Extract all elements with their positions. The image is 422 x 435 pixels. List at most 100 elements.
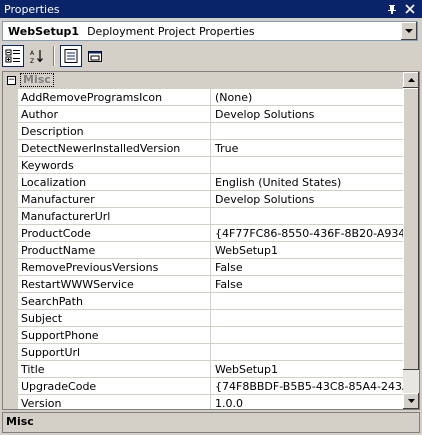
svg-text:Z: Z bbox=[30, 58, 34, 64]
property-row[interactable]: RemovePreviousVersions False bbox=[3, 259, 419, 276]
property-value[interactable]: False bbox=[211, 276, 419, 293]
property-row[interactable]: SearchPath bbox=[3, 293, 419, 310]
alphabetical-button[interactable]: A Z bbox=[26, 45, 48, 67]
property-name[interactable]: Keywords bbox=[18, 157, 211, 174]
property-row[interactable]: Localization English (United States) bbox=[3, 174, 419, 191]
row-margin bbox=[3, 157, 18, 174]
property-name[interactable]: ProductCode bbox=[18, 225, 211, 242]
scroll-up-button[interactable] bbox=[403, 72, 419, 88]
property-value[interactable]: Develop Solutions bbox=[211, 191, 419, 208]
property-name[interactable]: Author bbox=[18, 106, 211, 123]
row-margin bbox=[3, 327, 18, 344]
property-value[interactable]: 1.0.0 bbox=[211, 395, 419, 410]
property-name[interactable]: Version bbox=[18, 395, 211, 409]
property-name[interactable]: ManufacturerUrl bbox=[18, 208, 211, 225]
property-pages-icon bbox=[88, 51, 102, 62]
properties-button[interactable] bbox=[60, 45, 82, 67]
property-row[interactable]: Title WebSetup1 bbox=[3, 361, 419, 378]
close-icon[interactable] bbox=[404, 3, 416, 15]
property-name[interactable]: Localization bbox=[18, 174, 211, 191]
property-value[interactable]: English (United States) bbox=[211, 174, 419, 191]
chevron-down-icon bbox=[405, 28, 413, 33]
row-margin bbox=[3, 140, 18, 157]
categorized-button[interactable] bbox=[2, 45, 24, 67]
property-row[interactable]: SupportPhone bbox=[3, 327, 419, 344]
property-row[interactable]: Version 1.0.0 bbox=[3, 395, 419, 410]
property-row[interactable]: Subject bbox=[3, 310, 419, 327]
property-row[interactable]: AddRemoveProgramsIcon (None) bbox=[3, 89, 419, 106]
property-name[interactable]: AddRemoveProgramsIcon bbox=[18, 89, 211, 106]
property-grid: − Misc AddRemoveProgramsIcon (None) Author… bbox=[2, 71, 420, 410]
property-row[interactable]: Keywords bbox=[3, 157, 419, 174]
property-row[interactable]: DetectNewerInstalledVersion True bbox=[3, 140, 419, 157]
property-value[interactable] bbox=[211, 327, 419, 344]
row-margin bbox=[3, 106, 18, 123]
property-value[interactable] bbox=[211, 157, 419, 174]
row-margin bbox=[3, 242, 18, 259]
scroll-down-button[interactable] bbox=[403, 393, 419, 409]
row-margin bbox=[3, 174, 18, 191]
row-margin bbox=[3, 123, 18, 140]
property-value[interactable]: {4F77FC86-8550-436F-8B20-A9345F05 bbox=[211, 225, 419, 242]
svg-text:A: A bbox=[30, 50, 35, 57]
row-margin bbox=[3, 310, 18, 327]
row-margin bbox=[3, 276, 18, 293]
property-row[interactable]: Author Develop Solutions bbox=[3, 106, 419, 123]
property-list: AddRemoveProgramsIcon (None) Author Develop… bbox=[3, 89, 419, 410]
property-value[interactable]: Develop Solutions bbox=[211, 106, 419, 123]
property-name[interactable]: Title bbox=[18, 361, 211, 378]
property-value[interactable]: WebSetup1 bbox=[211, 361, 419, 378]
row-margin bbox=[3, 293, 18, 310]
property-name[interactable]: SupportUrl bbox=[18, 344, 211, 361]
property-name[interactable]: UpgradeCode bbox=[18, 378, 211, 395]
property-pages-button[interactable] bbox=[84, 45, 106, 67]
property-value[interactable]: False bbox=[211, 259, 419, 276]
object-type: Deployment Project Properties bbox=[87, 24, 255, 38]
property-name[interactable]: ProductName bbox=[18, 242, 211, 259]
row-margin bbox=[3, 259, 18, 276]
property-name[interactable]: DetectNewerInstalledVersion bbox=[18, 140, 211, 157]
property-value[interactable] bbox=[211, 310, 419, 327]
arrow-down-icon bbox=[407, 399, 415, 403]
toolbar-separator bbox=[53, 46, 55, 66]
property-value[interactable]: True bbox=[211, 140, 419, 157]
properties-icon bbox=[64, 49, 78, 63]
collapse-icon[interactable]: − bbox=[7, 75, 16, 85]
property-name[interactable]: Description bbox=[18, 123, 211, 140]
property-value[interactable] bbox=[211, 208, 419, 225]
property-value[interactable] bbox=[211, 293, 419, 310]
property-value[interactable] bbox=[211, 123, 419, 140]
property-row[interactable]: UpgradeCode {74F8BBDF-B5B5-43C8-85A4-243A… bbox=[3, 378, 419, 395]
property-row[interactable]: RestartWWWService False bbox=[3, 276, 419, 293]
property-row[interactable]: ManufacturerUrl bbox=[3, 208, 419, 225]
property-name[interactable]: RestartWWWService bbox=[18, 276, 211, 293]
category-label: Misc bbox=[20, 73, 54, 87]
property-row[interactable]: SupportUrl bbox=[3, 344, 419, 361]
property-row[interactable]: Description bbox=[3, 123, 419, 140]
dropdown-button[interactable] bbox=[400, 22, 417, 40]
category-row[interactable]: − Misc bbox=[3, 72, 419, 89]
property-value[interactable]: (None) bbox=[211, 89, 419, 106]
property-name[interactable]: SearchPath bbox=[18, 293, 211, 310]
property-value[interactable]: {74F8BBDF-B5B5-43C8-85A4-243A56A bbox=[211, 378, 419, 395]
property-row[interactable]: Manufacturer Develop Solutions bbox=[3, 191, 419, 208]
property-name[interactable]: SupportPhone bbox=[18, 327, 211, 344]
object-name: WebSetup1 bbox=[8, 24, 80, 38]
description-title: Misc bbox=[6, 415, 34, 428]
pin-icon[interactable] bbox=[386, 3, 398, 15]
property-row[interactable]: ProductName WebSetup1 bbox=[3, 242, 419, 259]
property-value[interactable]: WebSetup1 bbox=[211, 242, 419, 259]
alphabetical-sort-icon: A Z bbox=[30, 50, 43, 64]
property-name[interactable]: RemovePreviousVersions bbox=[18, 259, 211, 276]
property-row[interactable]: ProductCode {4F77FC86-8550-436F-8B20-A934… bbox=[3, 225, 419, 242]
row-margin bbox=[3, 225, 18, 242]
property-name[interactable]: Manufacturer bbox=[18, 191, 211, 208]
vertical-scrollbar[interactable] bbox=[403, 72, 419, 409]
object-selector[interactable]: WebSetup1 Deployment Project Properties bbox=[2, 21, 418, 41]
property-value[interactable] bbox=[211, 344, 419, 361]
row-margin bbox=[3, 395, 18, 409]
property-name[interactable]: Subject bbox=[18, 310, 211, 327]
toolbar: A Z bbox=[2, 44, 106, 68]
scroll-thumb[interactable] bbox=[403, 88, 419, 370]
description-pane: Misc bbox=[2, 412, 420, 433]
